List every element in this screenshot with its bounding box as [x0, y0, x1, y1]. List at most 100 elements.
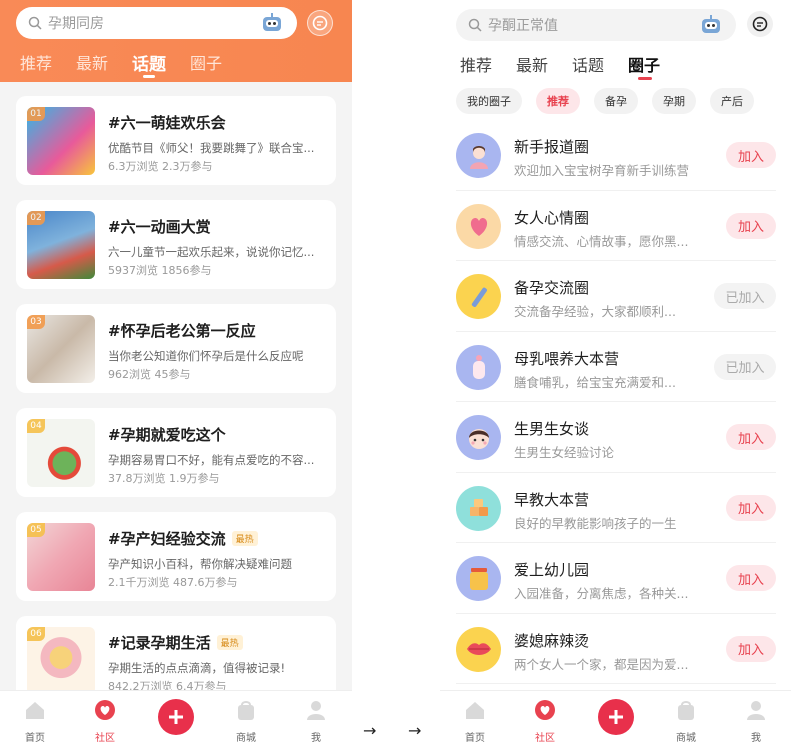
chip-recommend[interactable]: 推荐 — [536, 88, 580, 114]
topic-list: 01 #六一萌娃欢乐会 优酷节目《师父！我要跳舞了》联合宝... 6.3万浏览 … — [16, 96, 336, 720]
search-icon — [468, 18, 482, 32]
join-button[interactable]: 加入 — [726, 494, 776, 521]
join-button[interactable]: 加入 — [726, 565, 776, 591]
chip-postpartum[interactable]: 产后 — [710, 88, 754, 114]
tab-latest[interactable]: 最新 — [516, 52, 548, 76]
tab-bar: 推荐 最新 话题 圈子 — [20, 50, 246, 78]
join-button[interactable]: 加入 — [726, 424, 776, 450]
search-bar[interactable]: 孕期同房 — [16, 7, 297, 39]
joined-button[interactable]: 已加入 — [714, 353, 776, 380]
chip-pre-pregnancy[interactable]: 备孕 — [594, 88, 638, 114]
nav-community[interactable]: 社区 — [85, 699, 125, 744]
lips-icon — [456, 626, 501, 672]
joined-button[interactable]: 已加入 — [714, 283, 776, 309]
circle-name: 新手报道圈 — [514, 138, 590, 156]
topic-thumbnail: 02 — [27, 211, 95, 279]
circle-name: 爱上幼儿园 — [514, 561, 590, 579]
nav-community-label: 社区 — [535, 733, 555, 744]
user-icon — [747, 701, 765, 720]
transition-arrow: → — [408, 721, 422, 740]
topic-desc: 六一儿童节一起欢乐起来，说说你记忆... — [108, 245, 315, 259]
tab-topics[interactable]: 话题 — [572, 52, 604, 76]
topic-stats: 962浏览 45参与 — [108, 368, 191, 381]
tab-recommend[interactable]: 推荐 — [460, 52, 492, 76]
tab-latest[interactable]: 最新 — [76, 50, 108, 75]
topic-stats: 5937浏览 1856参与 — [108, 264, 212, 277]
topic-title-text: #孕产妇经验交流 — [108, 530, 226, 548]
topic-card[interactable]: 04 #孕期就爱吃这个 孕期容易胃口不好，能有点爱吃的不容... 37.8万浏览… — [16, 408, 336, 497]
message-icon[interactable] — [307, 10, 333, 36]
category-chips: 我的圈子 推荐 备孕 孕期 产后 — [456, 88, 768, 114]
nav-mall[interactable]: 商城 — [226, 699, 266, 744]
message-icon[interactable] — [747, 11, 773, 37]
topic-card[interactable]: 01 #六一萌娃欢乐会 优酷节目《师父！我要跳舞了》联合宝... 6.3万浏览 … — [16, 96, 336, 185]
bottle-icon — [456, 344, 501, 390]
nav-me[interactable]: 我 — [736, 699, 776, 744]
plus-icon — [169, 710, 183, 724]
search-bar[interactable]: 孕酮正常值 — [456, 9, 736, 41]
mom-avatar-icon — [456, 133, 501, 178]
home-icon — [26, 702, 44, 719]
search-icon — [28, 16, 42, 30]
topic-stats: 37.8万浏览 1.9万参与 — [108, 472, 220, 485]
topic-title: #记录孕期生活 最热 — [108, 632, 243, 653]
rank-badge: 04 — [27, 419, 45, 433]
circle-row[interactable]: 婆媳麻辣烫 两个女人一个家，都是因为爱... 加入 — [456, 614, 776, 684]
join-button[interactable]: 加入 — [726, 635, 776, 662]
publish-button[interactable] — [598, 699, 634, 735]
nav-home-label: 首页 — [25, 733, 45, 744]
circle-name: 母乳喂养大本营 — [514, 349, 620, 368]
circle-row[interactable]: 备孕交流圈 交流备孕经验，大家都顺利... 已加入 — [456, 261, 776, 332]
circle-row[interactable]: 母乳喂养大本营 膳食哺乳，给宝宝充满爱和... 已加入 — [456, 332, 776, 402]
rank-badge: 06 — [27, 627, 45, 641]
topic-card[interactable]: 05 #孕产妇经验交流 最热 孕产知识小百科，帮你解决疑难问题 2.1千万浏览 4… — [16, 512, 336, 601]
join-button[interactable]: 加入 — [726, 212, 776, 239]
test-strip-icon — [456, 274, 501, 319]
join-button[interactable]: 加入 — [726, 142, 776, 168]
topic-thumbnail: 03 — [27, 315, 95, 383]
circle-desc: 生男生女经验讨论 — [514, 445, 615, 460]
nav-mall[interactable]: 商城 — [666, 699, 706, 744]
topic-title-text: #孕期就爱吃这个 — [108, 426, 226, 444]
nav-community[interactable]: 社区 — [525, 699, 565, 744]
chip-pregnancy[interactable]: 孕期 — [652, 88, 696, 114]
topic-desc: 当你老公知道你们怀孕后是什么反应呢 — [108, 349, 304, 363]
circle-row[interactable]: 生男生女谈 生男生女经验讨论 加入 — [456, 402, 776, 473]
nav-home[interactable]: 首页 — [455, 699, 495, 744]
circle-desc: 膳食哺乳，给宝宝充满爱和... — [514, 374, 676, 390]
heart-icon — [456, 203, 501, 249]
topic-title-text: #记录孕期生活 — [108, 634, 211, 652]
topic-thumbnail: 05 — [27, 523, 95, 591]
robot-assistant-icon[interactable] — [261, 13, 283, 33]
topic-desc: 孕产知识小百科，帮你解决疑难问题 — [108, 557, 292, 571]
circle-row[interactable]: 爱上幼儿园 入园准备，分离焦虑，各种关... 加入 — [456, 543, 776, 614]
circle-desc: 良好的早教能影响孩子的一生 — [514, 515, 677, 531]
topic-desc: 孕期生活的点点滴滴，值得被记录! — [108, 661, 286, 675]
chip-my-circles[interactable]: 我的圈子 — [456, 88, 522, 114]
bottom-nav: 首页 社区 商城 我 — [440, 690, 791, 747]
publish-button[interactable] — [158, 699, 194, 735]
circle-row[interactable]: 女人心情圈 情感交流、心情故事，愿你黑... 加入 — [456, 191, 776, 261]
circle-name: 早教大本营 — [514, 490, 590, 509]
topic-title: #六一动画大赏 — [108, 216, 211, 237]
tab-bar: 推荐 最新 话题 圈子 — [460, 52, 684, 80]
tab-circles[interactable]: 圈子 — [190, 50, 222, 75]
nav-home[interactable]: 首页 — [15, 699, 55, 744]
girl-face-icon — [456, 415, 501, 460]
topic-title: #怀孕后老公第一反应 — [108, 320, 256, 341]
community-heart-icon — [95, 700, 115, 720]
topic-card[interactable]: 02 #六一动画大赏 六一儿童节一起欢乐起来，说说你记忆... 5937浏览 1… — [16, 200, 336, 289]
tab-circles[interactable]: 圈子 — [628, 52, 660, 80]
circle-name: 女人心情圈 — [514, 208, 590, 227]
topic-title-text: #六一萌娃欢乐会 — [108, 114, 226, 132]
nav-mall-label: 商城 — [236, 733, 256, 744]
circle-row[interactable]: 新手报道圈 欢迎加入宝宝树孕育新手训练营 加入 — [456, 120, 776, 191]
circle-row[interactable]: 早教大本营 良好的早教能影响孩子的一生 加入 — [456, 473, 776, 543]
nav-me[interactable]: 我 — [296, 699, 336, 744]
rank-badge: 05 — [27, 523, 45, 537]
tab-recommend[interactable]: 推荐 — [20, 50, 52, 75]
robot-assistant-icon[interactable] — [700, 15, 722, 35]
topic-title: #孕产妇经验交流 最热 — [108, 528, 258, 549]
tab-topics[interactable]: 话题 — [132, 50, 166, 78]
topic-card[interactable]: 03 #怀孕后老公第一反应 当你老公知道你们怀孕后是什么反应呢 962浏览 45… — [16, 304, 336, 393]
